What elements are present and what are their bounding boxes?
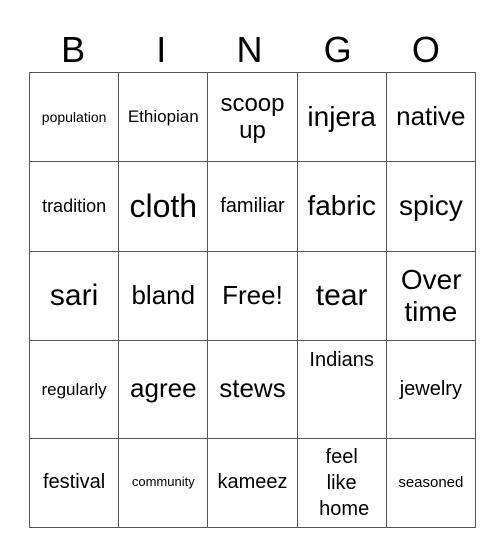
bingo-cell: tear: [296, 250, 387, 342]
header-letter-i: I: [156, 29, 167, 70]
bingo-cell: Ethiopian: [118, 71, 209, 163]
bingo-cell: fabric: [296, 161, 387, 252]
bingo-cell: kameez: [207, 437, 298, 528]
bingo-cell: bland: [118, 250, 209, 342]
grid-row: regularly agree stews Indians jewelry: [28, 340, 476, 439]
bingo-cell: spicy: [385, 161, 476, 252]
free-space-cell: Free!: [207, 250, 298, 342]
bingo-cell: stews: [207, 340, 298, 439]
bingo-cell: familiar: [207, 161, 298, 252]
bingo-cell: tradition: [28, 161, 120, 252]
bingo-cell: regularly: [28, 340, 120, 439]
bingo-cell: injera: [296, 71, 387, 163]
bingo-cell: festival: [28, 437, 120, 528]
bingo-cell: agree: [118, 340, 209, 439]
cell-text: Over time: [400, 263, 462, 327]
bingo-cell: jewelry: [385, 340, 476, 439]
bingo-cell: population: [28, 71, 120, 163]
bingo-header: B I N G O: [29, 28, 470, 72]
header-letter-b: B: [61, 29, 86, 70]
bingo-cell: cloth: [118, 161, 209, 252]
bingo-grid: population Ethiopian scoop up injera nat…: [28, 71, 476, 528]
grid-row: festival community kameez feel like home…: [28, 437, 476, 528]
header-letter-n: N: [236, 29, 263, 70]
grid-row: population Ethiopian scoop up injera nat…: [28, 71, 476, 163]
grid-row: sari bland Free! tear Over time: [28, 250, 476, 342]
bingo-cell: native: [385, 71, 476, 163]
cell-text: scoop up: [220, 89, 285, 145]
bingo-cell: seasoned: [385, 437, 476, 528]
cell-text: feel like home: [319, 445, 370, 520]
header-letter-g: G: [323, 29, 352, 70]
bingo-cell: Over time: [385, 250, 476, 342]
bingo-cell: feel like home: [296, 437, 387, 528]
header-letter-o: O: [411, 29, 440, 70]
grid-row: tradition cloth familiar fabric spicy: [28, 161, 476, 252]
bingo-cell: scoop up: [207, 71, 298, 163]
bingo-cell: Indians: [296, 340, 387, 439]
bingo-cell: sari: [28, 250, 120, 342]
bingo-cell: community: [118, 437, 209, 528]
